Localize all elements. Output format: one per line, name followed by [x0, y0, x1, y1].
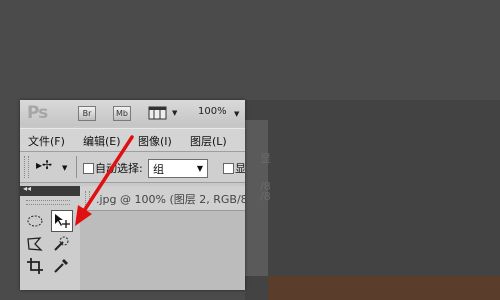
crop-icon[interactable]	[25, 256, 45, 276]
options-bar: ▸✢ ▼ 自动选择: 组 ▼ 显	[20, 152, 245, 183]
toolbox-grip[interactable]	[26, 200, 70, 205]
move-tool-icon[interactable]	[51, 210, 73, 232]
show-transform-label: 显	[235, 162, 245, 175]
view-extras-dropdown-icon[interactable]: ▼	[172, 109, 177, 117]
collapse-icon[interactable]: ◂◂	[23, 184, 31, 193]
bridge-button[interactable]: Br	[78, 106, 96, 121]
document-area: .jpg @ 100% (图层 2, RGB/8	[80, 186, 245, 290]
eyedropper-icon-svg	[54, 259, 68, 273]
ps-logo: Ps	[27, 103, 48, 123]
document-tab[interactable]: .jpg @ 100% (图层 2, RGB/8	[80, 186, 245, 211]
quick-selection-icon[interactable]	[51, 234, 71, 254]
zoom-dropdown-icon[interactable]: ▼	[234, 110, 239, 118]
crop-icon-svg	[27, 258, 43, 274]
marquee-ellipse-icon-svg	[27, 215, 43, 227]
move-tool-icon-svg	[55, 214, 70, 228]
zoom-level[interactable]: 100%	[198, 106, 227, 117]
toolbox	[20, 196, 81, 290]
view-extras-icon-svg	[148, 106, 167, 120]
options-bar-grip[interactable]	[24, 156, 29, 178]
menu-edit[interactable]: 编辑(E)	[83, 133, 121, 149]
toolbox-header[interactable]: ◂◂	[20, 184, 80, 196]
menu-bar: 文件(F) 编辑(E) 图像(I) 图层(L)	[20, 128, 245, 152]
eyedropper-icon[interactable]	[51, 256, 71, 276]
document-tab-grip	[85, 191, 90, 205]
photoshop-window: Ps Br Mb ▼ 100% ▼ 文件(F) 编辑(E) 图像(I) 图层(L…	[20, 100, 245, 290]
polygon-lasso-icon-svg	[27, 237, 43, 251]
chevron-down-icon: ▼	[196, 164, 203, 173]
application-bar: Ps Br Mb ▼ 100% ▼	[20, 100, 245, 126]
tool-preset-icon[interactable]: ▸✢	[36, 158, 52, 172]
quick-selection-icon-svg	[54, 236, 69, 251]
auto-select-checkbox[interactable]	[83, 163, 94, 174]
ghost-text-3: /8	[260, 190, 271, 203]
show-transform-checkbox[interactable]	[223, 163, 234, 174]
minibridge-button[interactable]: Mb	[113, 106, 131, 121]
options-separator	[76, 156, 77, 178]
auto-select-label: 自动选择:	[95, 162, 143, 175]
auto-select-value: 组	[153, 163, 164, 176]
background-canvas	[245, 100, 500, 300]
auto-select-dropdown[interactable]: 组 ▼	[148, 159, 208, 178]
tool-preset-dropdown-icon[interactable]: ▼	[62, 164, 67, 172]
marquee-ellipse-icon[interactable]	[25, 211, 45, 231]
view-extras-icon[interactable]	[148, 105, 168, 120]
document-title: .jpg @ 100% (图层 2, RGB/8	[96, 193, 245, 206]
ghost-text-1: 显	[260, 152, 271, 165]
polygon-lasso-icon[interactable]	[25, 234, 45, 254]
background-image-strip	[268, 276, 500, 300]
menu-layer[interactable]: 图层(L)	[190, 133, 227, 149]
menu-image[interactable]: 图像(I)	[138, 133, 172, 149]
menu-file[interactable]: 文件(F)	[28, 133, 65, 149]
